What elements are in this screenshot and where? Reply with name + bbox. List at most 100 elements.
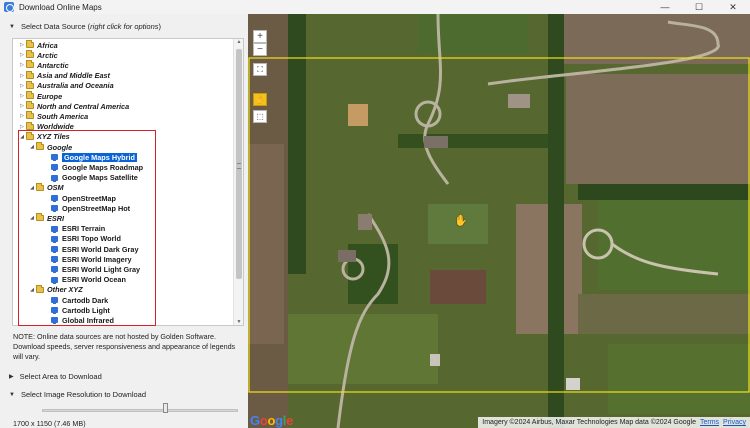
data-source-tree[interactable]: ▲ ▼ ▷ Africa ▷ Arctic ▷ Antarctic ▷ Asia and Mi… [12, 38, 244, 326]
map-layer-icon [51, 154, 58, 162]
tree-node-label: Other XYZ [47, 285, 83, 295]
tree-folder-xyz[interactable]: ◢ XYZ Tiles [18, 131, 70, 142]
expand-arrow-icon[interactable]: ▷ [18, 113, 26, 119]
tree-node-label: Australia and Oceania [37, 81, 114, 91]
map-layer-icon [51, 246, 58, 253]
pan-tool-button[interactable]: ✋ [253, 93, 267, 106]
folder-icon [26, 131, 34, 140]
tree-node-label: XYZ Tiles [37, 132, 70, 142]
map-layer-icon [51, 256, 58, 264]
tree-item[interactable]: Global Infrared [43, 315, 114, 325]
tree-node-label: OpenStreetMap Hot [62, 203, 131, 213]
map-layer-icon [51, 307, 58, 315]
expand-arrow-icon[interactable]: ▷ [18, 83, 26, 89]
collapse-caret-icon[interactable]: ▼ [9, 392, 15, 398]
tree-folder-other[interactable]: ◢ Other XYZ [28, 284, 83, 295]
tree-folder-esri[interactable]: ◢ ESRI [28, 213, 64, 223]
expand-arrow-icon[interactable]: ▷ [18, 93, 26, 99]
scroll-down-icon[interactable]: ▼ [234, 319, 243, 325]
satellite-imagery [248, 14, 750, 428]
folder-icon [26, 91, 34, 99]
folder-icon [26, 80, 34, 89]
map-layer-icon [51, 174, 58, 182]
tree-item[interactable]: Google Maps Hybrid [43, 152, 137, 162]
zoom-out-button[interactable]: − [253, 43, 267, 56]
tree-folder[interactable]: ▷ Antarctic [18, 60, 69, 70]
privacy-link[interactable]: Privacy [723, 419, 746, 426]
tree-item[interactable]: ESRI World Ocean [43, 275, 126, 285]
tree-item[interactable]: OpenStreetMap [43, 193, 116, 203]
hand-icon: ✋ [255, 94, 265, 104]
tree-item[interactable]: ESRI World Dark Gray [43, 244, 139, 254]
tree-scrollbar[interactable]: ▲ ▼ [233, 39, 243, 325]
expand-caret-icon[interactable]: ▶ [9, 373, 14, 380]
collapse-arrow-icon[interactable]: ◢ [28, 185, 36, 191]
maximize-button[interactable]: ☐ [682, 0, 716, 14]
folder-icon [36, 142, 44, 150]
collapse-caret-icon[interactable]: ▼ [9, 24, 15, 30]
tree-node-label: ESRI World Imagery [62, 254, 132, 264]
tree-item[interactable]: ESRI World Imagery [43, 254, 132, 264]
tree-folder[interactable]: ▷ Africa [18, 40, 58, 50]
tree-folder-google[interactable]: ◢ Google [28, 142, 72, 152]
select-source-hint: right click for options [90, 22, 159, 31]
fit-extent-button[interactable]: ⛶ [253, 63, 267, 76]
expand-arrow-icon[interactable]: ▷ [18, 52, 26, 58]
tree-item[interactable]: ESRI Topo World [43, 234, 121, 244]
tree-folder[interactable]: ▷ South America [18, 111, 88, 121]
tree-folder[interactable]: ▷ Worldwide [18, 121, 74, 132]
resolution-slider-track[interactable] [42, 409, 238, 412]
tree-item[interactable]: ESRI Terrain [43, 224, 105, 234]
map-view[interactable]: + − ⛶ ✋ ⬚ ✋ Google Imagery ©2024 Airbus,… [248, 14, 750, 428]
map-attribution: Imagery ©2024 Airbus, Maxar Technologies… [478, 417, 750, 428]
expand-arrow-icon[interactable]: ▷ [18, 42, 26, 48]
collapse-arrow-icon[interactable]: ◢ [28, 215, 36, 221]
select-resolution-header[interactable]: ▼ Select Image Resolution to Download [9, 390, 146, 399]
tree-folder[interactable]: ▷ Australia and Oceania [18, 80, 114, 91]
resolution-slider-thumb[interactable] [163, 403, 169, 413]
zoom-in-button[interactable]: + [253, 30, 267, 43]
scroll-up-icon[interactable]: ▲ [234, 39, 243, 45]
collapse-arrow-icon[interactable]: ◢ [28, 144, 36, 150]
tree-item[interactable]: Cartodb Light [43, 305, 110, 315]
minimize-button[interactable]: — [648, 0, 682, 14]
expand-arrow-icon[interactable]: ▷ [18, 73, 26, 79]
tree-folder[interactable]: ▷ Europe [18, 91, 62, 101]
tree-node-label: Antarctic [37, 60, 69, 70]
expand-arrow-icon[interactable]: ▷ [18, 103, 26, 109]
map-layer-icon [51, 317, 58, 325]
tree-node-label: Google Maps Satellite [62, 173, 138, 183]
tree-folder[interactable]: ▷ Asia and Middle East [18, 70, 110, 81]
select-data-source-header[interactable]: ▼ Select Data Source (right click for op… [9, 22, 161, 31]
tree-node-label: Arctic [37, 50, 58, 60]
tree-node-label: Worldwide [37, 122, 74, 132]
tree-node-label: North and Central America [37, 101, 130, 111]
tree-item[interactable]: Google Maps Satellite [43, 173, 138, 183]
close-button[interactable]: ✕ [716, 0, 750, 14]
folder-icon [36, 182, 44, 191]
collapse-arrow-icon[interactable]: ◢ [18, 134, 26, 140]
collapse-arrow-icon[interactable]: ◢ [28, 287, 36, 293]
tree-node-label: Cartodb Dark [62, 295, 109, 305]
folder-icon [36, 213, 44, 222]
terms-link[interactable]: Terms [700, 419, 719, 426]
tree-folder-osm[interactable]: ◢ OSM [28, 182, 64, 193]
tree-node-label: Asia and Middle East [37, 71, 110, 81]
tree-item[interactable]: Google Maps Roadmap [43, 162, 143, 172]
tree-folder[interactable]: ▷ Arctic [18, 50, 58, 60]
tree-item[interactable]: Cartodb Dark [43, 295, 108, 305]
tree-folder[interactable]: ▷ North and Central America [18, 101, 129, 111]
tree-node-label: OSM [47, 183, 64, 193]
map-layer-icon [51, 235, 58, 243]
expand-arrow-icon[interactable]: ▷ [18, 62, 26, 68]
tree-item[interactable]: ESRI World Light Gray [43, 264, 140, 274]
select-area-header[interactable]: ▶ Select Area to Download [9, 372, 102, 381]
resolution-value: 1700 x 1150 (7.46 MB) [13, 419, 86, 428]
tree-item[interactable]: OpenStreetMap Hot [43, 203, 130, 213]
select-source-label: Select Data Source ( [20, 22, 91, 31]
folder-icon [26, 70, 34, 79]
map-layer-icon [51, 205, 58, 213]
tree-node-label: Google Maps Roadmap [62, 162, 144, 172]
select-rectangle-button[interactable]: ⬚ [253, 110, 267, 123]
expand-arrow-icon[interactable]: ▷ [18, 124, 26, 130]
